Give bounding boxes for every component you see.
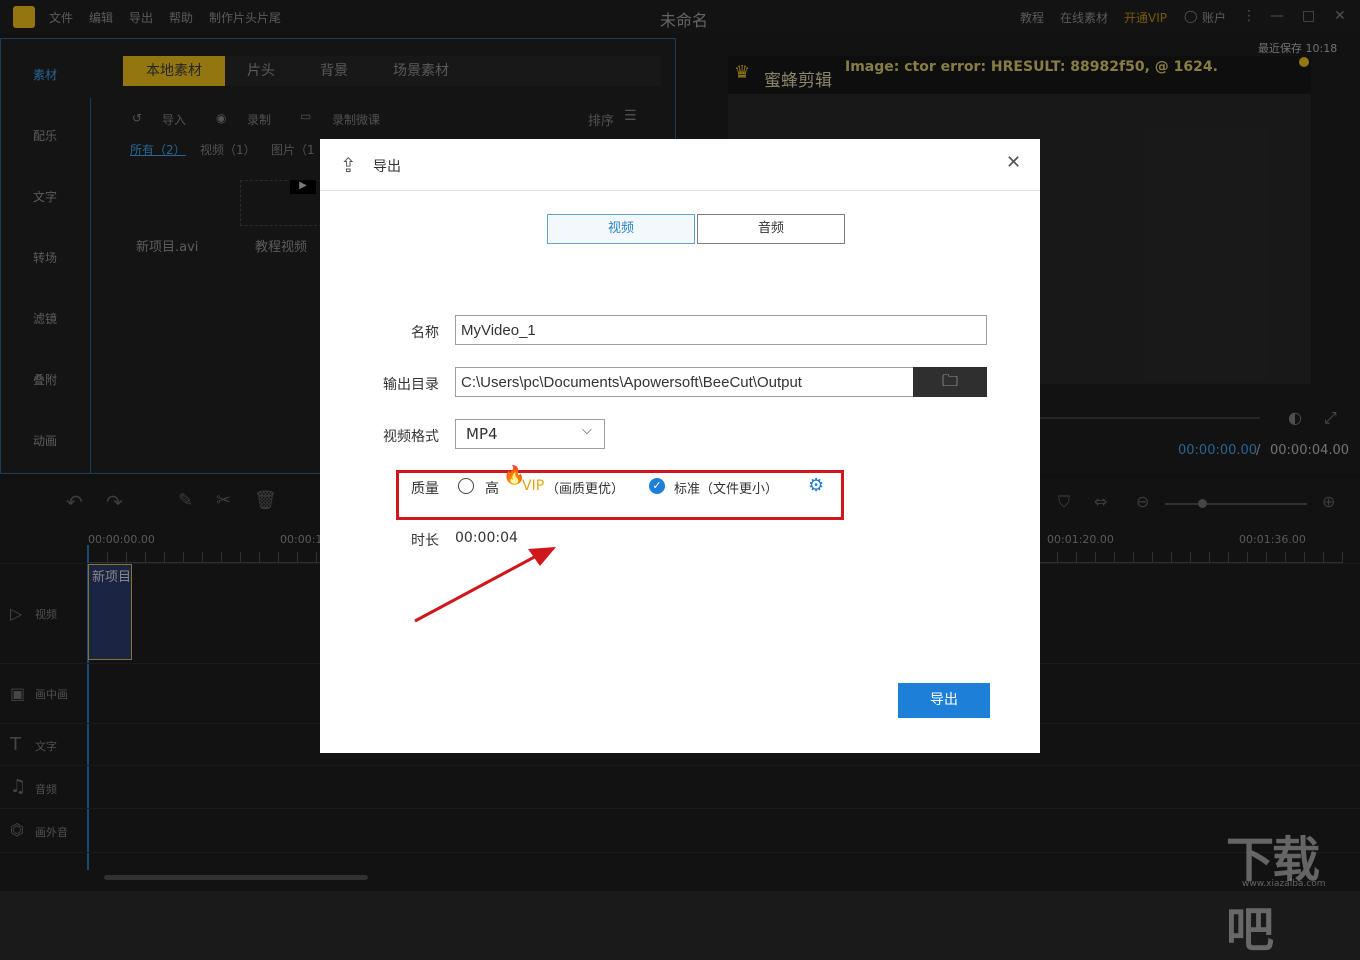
format-value: MP4 xyxy=(466,425,498,443)
format-label: 视频格式 xyxy=(383,429,439,445)
tab-audio[interactable]: 音频 xyxy=(697,214,845,244)
dir-label: 输出目录 xyxy=(383,377,439,393)
vip-badge: VIP xyxy=(522,478,545,494)
annotation-arrow xyxy=(414,547,556,623)
quality-high-note: （画质更优） xyxy=(546,482,625,497)
tab-video[interactable]: 视频 xyxy=(547,214,695,244)
gear-icon[interactable]: ⚙ xyxy=(808,475,824,496)
quality-high-label: 高 xyxy=(485,481,499,497)
close-dialog-icon[interactable]: ✕ xyxy=(1006,152,1021,173)
quality-high-radio[interactable] xyxy=(458,478,474,494)
export-icon: ⇪ xyxy=(340,153,357,177)
folder-icon[interactable]: 🗀 xyxy=(913,367,987,397)
output-dir-input[interactable] xyxy=(455,367,914,397)
watermark-logo: 下载吧 xyxy=(1226,832,1320,958)
chevron-down-icon[interactable]: ⌵ xyxy=(582,423,592,438)
watermark-url: www.xiazaiba.com xyxy=(1242,879,1326,889)
dialog-divider xyxy=(320,190,1040,191)
name-label: 名称 xyxy=(411,325,439,341)
name-input[interactable] xyxy=(455,315,987,345)
quality-label: 质量 xyxy=(411,481,439,497)
quality-standard-label: 标准（文件更小） xyxy=(674,482,779,497)
quality-standard-radio[interactable]: ✓ xyxy=(649,478,665,494)
export-button[interactable]: 导出 xyxy=(898,683,990,718)
dialog-title: 导出 xyxy=(373,159,401,175)
export-dialog: ⇪ 导出 ✕ 视频 音频 名称 输出目录 🗀 视频格式 MP4 ⌵ 质量 高 🔥… xyxy=(320,139,1040,753)
